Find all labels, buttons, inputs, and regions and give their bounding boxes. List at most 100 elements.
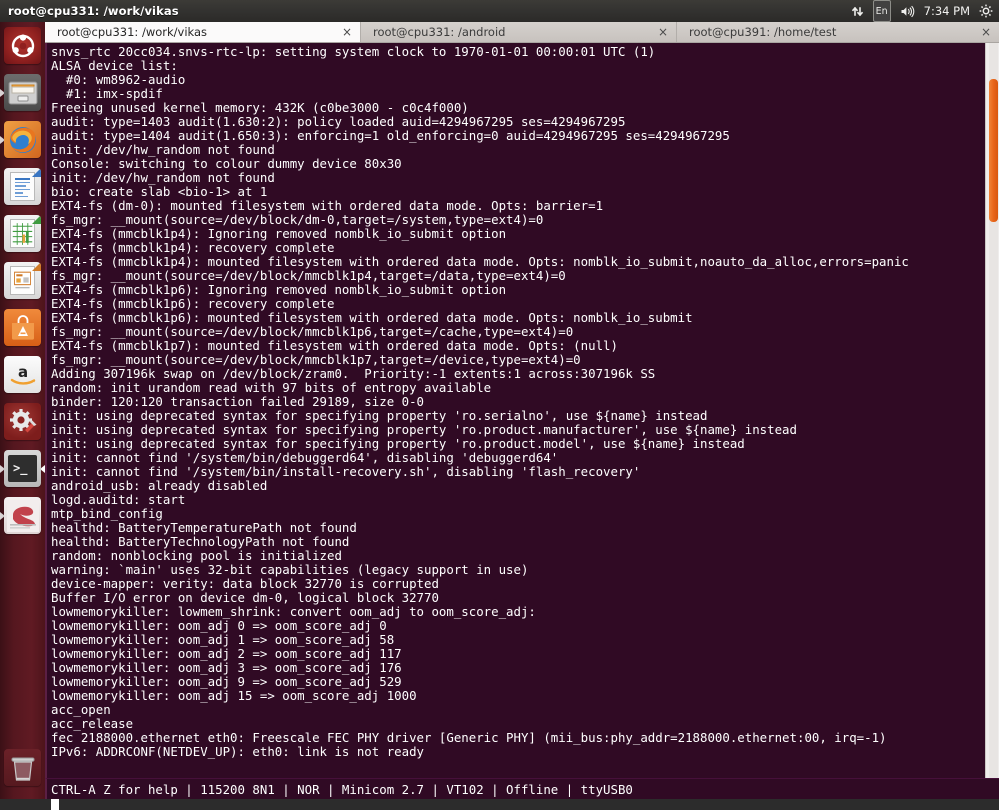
terminal-line: #0: wm8962-audio xyxy=(51,73,981,87)
launcher-item-emacs[interactable] xyxy=(0,492,45,539)
terminal-line: init: /dev/hw_random not found xyxy=(51,171,981,185)
terminal-line: IPv6: ADDRCONF(NETDEV_UP): eth0: link is… xyxy=(51,745,981,759)
volume-icon[interactable] xyxy=(900,0,915,22)
terminal-line: healthd: BatteryTemperaturePath not foun… xyxy=(51,521,981,535)
terminal-line: android_usb: already disabled xyxy=(51,479,981,493)
terminal-line: ALSA device list: xyxy=(51,59,981,73)
unity-top-panel: root@cpu331: /work/vikas En 7:34 PM xyxy=(0,0,999,22)
terminal-line: warning: `main' uses 32-bit capabilities… xyxy=(51,563,981,577)
tab-title: root@cpu331: /work/vikas xyxy=(57,25,330,39)
terminal-screen: >_ xyxy=(8,455,37,482)
launcher-item-firefox[interactable] xyxy=(0,116,45,163)
terminal-line: EXT4-fs (mmcblk1p6): recovery complete xyxy=(51,297,981,311)
firefox-icon xyxy=(4,121,41,158)
terminal-line: lowmemorykiller: oom_adj 1 => oom_score_… xyxy=(51,633,981,647)
panel-indicators: En 7:34 PM xyxy=(851,0,999,22)
clock-indicator[interactable]: 7:34 PM xyxy=(924,0,970,22)
system-settings-icon xyxy=(4,403,41,440)
terminal-line: EXT4-fs (dm-0): mounted filesystem with … xyxy=(51,199,981,213)
terminal-line: fs_mgr: __mount(source=/dev/block/mmcblk… xyxy=(51,269,981,283)
terminal-line: snvs_rtc 20cc034.snvs-rtc-lp: setting sy… xyxy=(51,45,981,59)
launcher-item-terminal[interactable]: >_ xyxy=(0,445,45,492)
launcher-item-amazon[interactable]: a xyxy=(0,351,45,398)
terminal-line: fs_mgr: __mount(source=/dev/block/mmcblk… xyxy=(51,353,981,367)
terminal-line: audit: type=1404 audit(1.650:3): enforci… xyxy=(51,129,981,143)
terminal-line: init: cannot find '/system/bin/install-r… xyxy=(51,465,981,479)
keyboard-layout-indicator[interactable]: En xyxy=(873,0,891,22)
svg-text:a: a xyxy=(17,363,27,381)
terminal-line: fec 2188000.ethernet eth0: Freescale FEC… xyxy=(51,731,981,745)
terminal-line: random: nonblocking pool is initialized xyxy=(51,549,981,563)
terminal-line: EXT4-fs (mmcblk1p4): mounted filesystem … xyxy=(51,255,981,269)
unity-launcher: a >_ xyxy=(0,22,45,799)
libreoffice-impress-icon xyxy=(4,262,41,299)
launcher-item-trash[interactable] xyxy=(0,744,45,791)
files-icon xyxy=(4,74,41,111)
terminal-output-area[interactable]: snvs_rtc 20cc034.snvs-rtc-lp: setting sy… xyxy=(45,43,999,799)
launcher-item-ubuntu-software-center[interactable] xyxy=(0,304,45,351)
terminal-line: lowmemorykiller: oom_adj 9 => oom_score_… xyxy=(51,675,981,689)
terminal-line: fs_mgr: __mount(source=/dev/block/dm-0,t… xyxy=(51,213,981,227)
terminal-scrollbar[interactable] xyxy=(985,43,999,799)
terminal-line: Buffer I/O error on device dm-0, logical… xyxy=(51,591,981,605)
terminal-line: Freeing unused kernel memory: 432K (c0be… xyxy=(51,101,981,115)
terminal-line: init: using deprecated syntax for specif… xyxy=(51,409,981,423)
terminal-prompt-glyph: >_ xyxy=(13,462,27,474)
terminal-line: init: /dev/hw_random not found xyxy=(51,143,981,157)
session-gear-icon[interactable] xyxy=(979,0,993,22)
terminal-line: EXT4-fs (mmcblk1p4): recovery complete xyxy=(51,241,981,255)
minicom-status-bar: CTRL-A Z for help | 115200 8N1 | NOR | M… xyxy=(45,778,999,799)
terminal-line: lowmemorykiller: oom_adj 15 => oom_score… xyxy=(51,689,981,703)
terminal-line: lowmemorykiller: oom_adj 2 => oom_score_… xyxy=(51,647,981,661)
close-icon[interactable]: × xyxy=(656,25,670,39)
terminal-tab-0[interactable]: root@cpu331: /work/vikas × xyxy=(45,22,361,42)
terminal-tabbar: root@cpu331: /work/vikas × root@cpu331: … xyxy=(45,22,999,43)
terminal-line: bio: create slab <bio-1> at 1 xyxy=(51,185,981,199)
terminal-line: binder: 120:120 transaction failed 29189… xyxy=(51,395,981,409)
terminal-line: logd.auditd: start xyxy=(51,493,981,507)
terminal-line: acc_open xyxy=(51,703,981,717)
terminal-line: lowmemorykiller: lowmem_shrink: convert … xyxy=(51,605,981,619)
libreoffice-calc-icon xyxy=(4,215,41,252)
launcher-item-files[interactable] xyxy=(0,69,45,116)
terminal-window: root@cpu331: /work/vikas × root@cpu331: … xyxy=(45,22,999,799)
terminal-line: Adding 307196k swap on /dev/block/zram0.… xyxy=(51,367,981,381)
terminal-line: lowmemorykiller: oom_adj 3 => oom_score_… xyxy=(51,661,981,675)
close-icon[interactable]: × xyxy=(979,25,993,39)
close-icon[interactable]: × xyxy=(340,25,354,39)
terminal-tab-1[interactable]: root@cpu331: /android × xyxy=(361,22,677,42)
network-icon[interactable] xyxy=(851,0,864,22)
terminal-line: random: init urandom read with 97 bits o… xyxy=(51,381,981,395)
tab-title: root@cpu331: /android xyxy=(373,25,646,39)
scrollbar-thumb[interactable] xyxy=(989,79,998,222)
terminal-output-text: snvs_rtc 20cc034.snvs-rtc-lp: setting sy… xyxy=(51,45,981,759)
launcher-item-ubuntu-dash[interactable] xyxy=(0,22,45,69)
terminal-line: init: using deprecated syntax for specif… xyxy=(51,437,981,451)
calc-accent-icon xyxy=(32,215,41,224)
terminal-line: device-mapper: verity: data block 32770 … xyxy=(51,577,981,591)
document-lines xyxy=(15,178,30,199)
terminal-line: fs_mgr: __mount(source=/dev/block/mmcblk… xyxy=(51,325,981,339)
launcher-item-libreoffice-calc[interactable] xyxy=(0,210,45,257)
launcher-item-libreoffice-impress[interactable] xyxy=(0,257,45,304)
terminal-line: EXT4-fs (mmcblk1p4): Ignoring removed no… xyxy=(51,227,981,241)
terminal-line: init: cannot find '/system/bin/debuggerd… xyxy=(51,451,981,465)
launcher-item-libreoffice-writer[interactable] xyxy=(0,163,45,210)
libreoffice-writer-icon xyxy=(4,168,41,205)
terminal-line: audit: type=1403 audit(1.630:2): policy … xyxy=(51,115,981,129)
terminal-line: acc_release xyxy=(51,717,981,731)
terminal-line: mtp_bind_config xyxy=(51,507,981,521)
launcher-item-system-settings[interactable] xyxy=(0,398,45,445)
writer-accent-icon xyxy=(32,168,41,177)
tab-title: root@cpu391: /home/test xyxy=(689,25,969,39)
impress-accent-icon xyxy=(32,262,41,271)
terminal-tab-2[interactable]: root@cpu391: /home/test × xyxy=(677,22,999,42)
amazon-icon: a xyxy=(4,356,41,393)
terminal-icon: >_ xyxy=(4,450,41,487)
terminal-line: EXT4-fs (mmcblk1p7): mounted filesystem … xyxy=(51,339,981,353)
terminal-line: EXT4-fs (mmcblk1p6): Ignoring removed no… xyxy=(51,283,981,297)
trash-icon xyxy=(4,749,41,786)
ubuntu-software-center-icon xyxy=(4,309,41,346)
terminal-line: lowmemorykiller: oom_adj 0 => oom_score_… xyxy=(51,619,981,633)
terminal-line: #1: imx-spdif xyxy=(51,87,981,101)
